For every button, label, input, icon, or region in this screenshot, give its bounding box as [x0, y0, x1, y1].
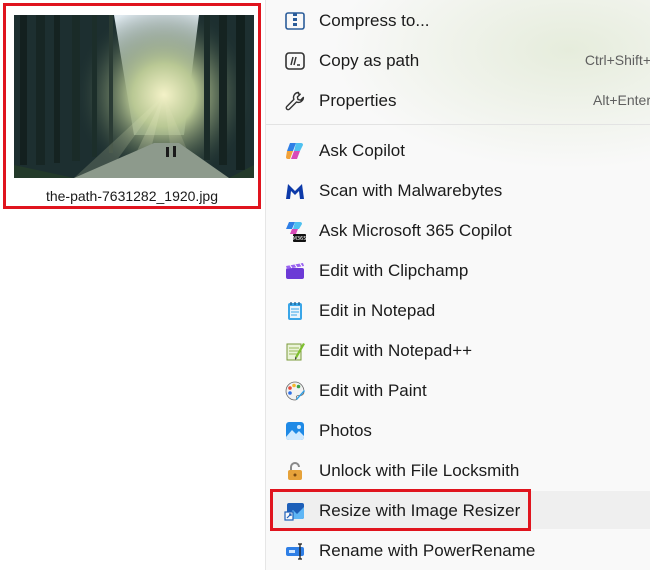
wrench-icon — [284, 90, 306, 112]
file-name-label: the-path-7631282_1920.jpg — [45, 188, 219, 204]
copy-path-icon — [284, 50, 306, 72]
menu-item-label: Unlock with File Locksmith — [319, 461, 520, 480]
menu-item-copy-as-path[interactable]: Copy as path Ctrl+Shift+ — [272, 41, 650, 79]
menu-item-label: Resize with Image Resizer — [319, 501, 521, 520]
image-resizer-icon — [284, 500, 306, 522]
menu-item-label: Edit with Clipchamp — [319, 261, 469, 280]
powerrename-icon — [284, 540, 306, 562]
context-menu: Compress to... Copy as path Ctrl+Shift+ … — [265, 0, 650, 570]
menu-item-label: Compress to... — [319, 11, 430, 30]
menu-item-shortcut: Alt+Enter — [593, 92, 650, 108]
menu-item-resize-image-resizer[interactable]: Resize with Image Resizer — [272, 491, 650, 529]
m365-copilot-icon: M365 — [284, 220, 306, 242]
clipchamp-icon — [284, 260, 306, 282]
paint-palette-icon — [284, 380, 306, 402]
copilot-icon — [284, 140, 306, 162]
menu-item-label: Ask Copilot — [319, 141, 405, 160]
notepadpp-icon — [284, 340, 306, 362]
menu-item-label: Photos — [319, 421, 372, 440]
menu-item-edit-clipchamp[interactable]: Edit with Clipchamp — [272, 251, 650, 289]
menu-item-ask-m365-copilot[interactable]: M365 Ask Microsoft 365 Copilot — [272, 211, 650, 249]
archive-folder-icon — [284, 10, 306, 32]
menu-item-scan-malwarebytes[interactable]: Scan with Malwarebytes — [272, 171, 650, 209]
menu-item-label: Edit with Paint — [319, 381, 427, 400]
padlock-icon — [284, 460, 306, 482]
menu-item-label: Properties — [319, 91, 397, 110]
notepad-icon — [284, 300, 306, 322]
svg-text:M365: M365 — [293, 236, 306, 242]
selected-file-tile[interactable]: the-path-7631282_1920.jpg — [3, 3, 261, 209]
file-thumbnail — [14, 15, 254, 178]
menu-item-label: Ask Microsoft 365 Copilot — [319, 221, 512, 240]
photos-icon — [284, 420, 306, 442]
menu-item-ask-copilot[interactable]: Ask Copilot — [272, 131, 650, 169]
menu-item-photos[interactable]: Photos — [272, 411, 650, 449]
menu-item-edit-notepad[interactable]: Edit in Notepad — [272, 291, 650, 329]
menu-item-label: Rename with PowerRename — [319, 541, 536, 560]
menu-item-shortcut: Ctrl+Shift+ — [584, 52, 650, 68]
malwarebytes-icon — [284, 180, 306, 202]
menu-item-label: Scan with Malwarebytes — [319, 181, 503, 200]
menu-item-compress[interactable]: Compress to... — [272, 1, 650, 39]
menu-item-rename-powerrename[interactable]: Rename with PowerRename — [272, 531, 650, 569]
menu-item-properties[interactable]: Properties Alt+Enter — [272, 81, 650, 119]
menu-item-unlock-file-locksmith[interactable]: Unlock with File Locksmith — [272, 451, 650, 489]
menu-item-edit-notepadpp[interactable]: Edit with Notepad++ — [272, 331, 650, 369]
menu-separator — [266, 124, 650, 125]
menu-item-label: Edit with Notepad++ — [319, 341, 473, 360]
menu-item-label: Edit in Notepad — [319, 301, 436, 320]
menu-item-label: Copy as path — [319, 51, 420, 70]
menu-item-edit-paint[interactable]: Edit with Paint — [272, 371, 650, 409]
